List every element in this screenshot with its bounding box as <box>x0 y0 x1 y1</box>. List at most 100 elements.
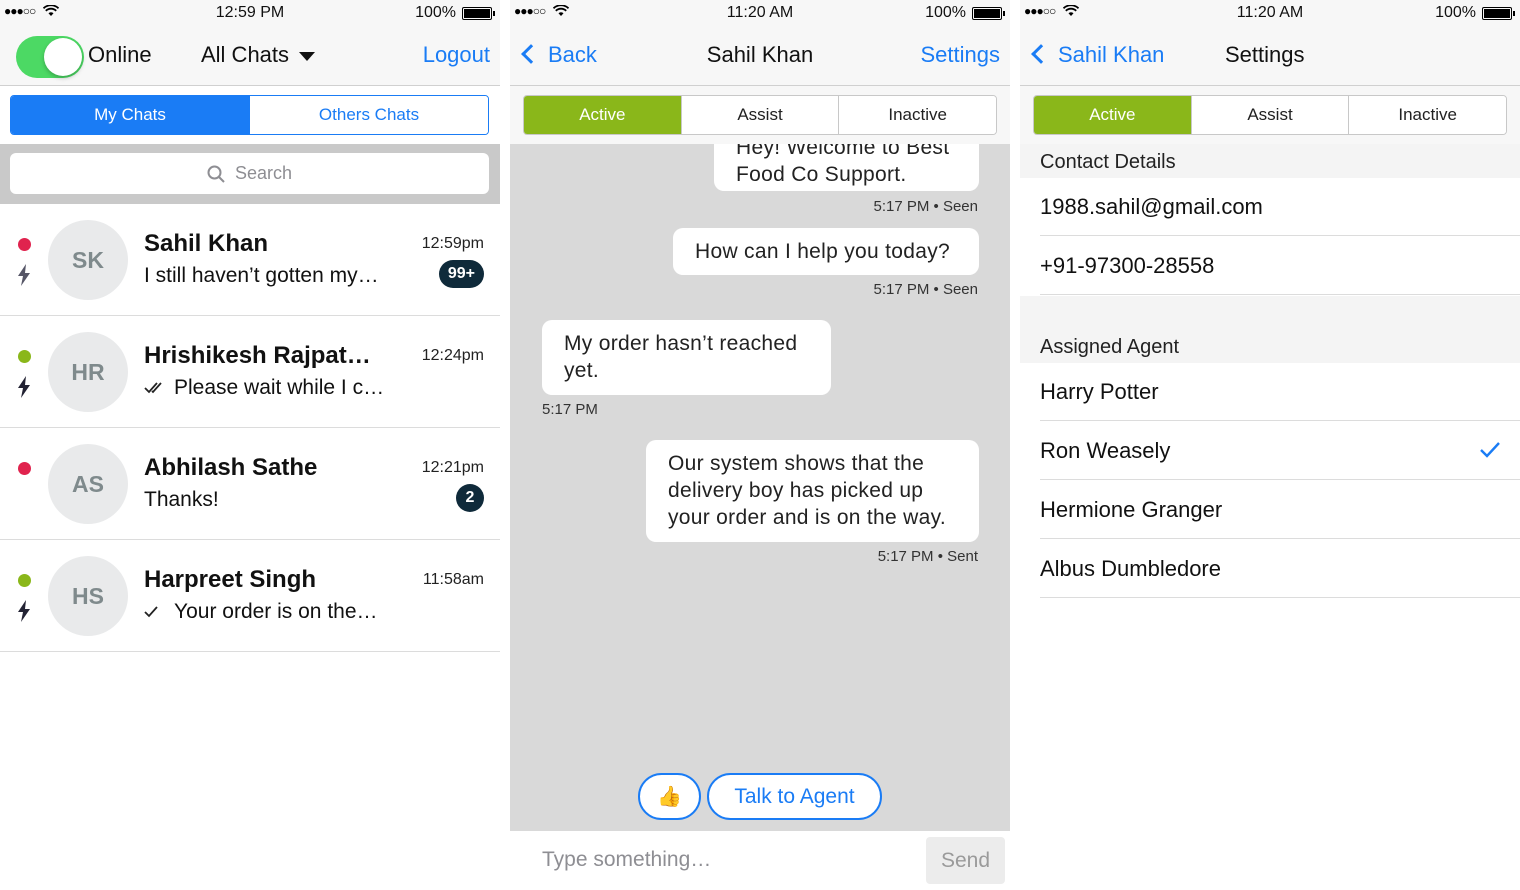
status-segmented-control: Active Assist Inactive <box>523 95 997 135</box>
message-text: Our system shows that the <box>668 452 925 475</box>
talk-to-agent-button[interactable]: Talk to Agent <box>707 773 882 820</box>
message-text: How can I help you today? <box>695 240 950 263</box>
tab-others-chats[interactable]: Others Chats <box>249 96 488 134</box>
chat-filter-dropdown[interactable]: All Chats <box>201 42 316 68</box>
message-text: delivery boy has picked up <box>668 479 924 502</box>
battery-indicator: 100% <box>1435 4 1515 22</box>
avatar: HS <box>48 556 128 636</box>
message-meta: 5:17 PM • Seen <box>873 198 978 215</box>
message-text: Hey! Welcome to Best <box>736 144 950 159</box>
battery-indicator: 100% <box>925 4 1005 22</box>
chevron-down-icon <box>299 51 316 61</box>
battery-icon <box>972 6 1005 20</box>
agent-option[interactable]: Harry Potter <box>1040 363 1520 421</box>
message-bubble-outgoing: How can I help you today? <box>673 228 979 275</box>
chat-preview-text: I still haven’t gotten my… <box>144 264 379 287</box>
message-meta: 5:17 PM • Sent <box>877 548 978 565</box>
agent-option-selected[interactable]: Ron Weasely <box>1040 422 1520 480</box>
presence-dot-online <box>18 574 31 587</box>
agent-option[interactable]: Albus Dumbledore <box>1040 540 1520 598</box>
tab-active[interactable]: Active <box>524 96 681 134</box>
tab-inactive[interactable]: Inactive <box>838 96 996 134</box>
avatar: HR <box>48 332 128 412</box>
chat-name: Sahil Khan <box>144 230 269 257</box>
battery-percent: 100% <box>415 4 456 21</box>
tab-active[interactable]: Active <box>1034 96 1191 134</box>
chat-time: 12:24pm <box>421 347 484 364</box>
navigation-bar: Sahil Khan Settings <box>1020 28 1520 86</box>
contact-details-header: Contact Details <box>1020 144 1520 178</box>
battery-icon <box>1482 6 1515 20</box>
navigation-bar: Online All Chats Logout <box>0 28 500 86</box>
chat-name: Abhilash Sathe <box>144 454 318 481</box>
chat-time: 11:58am <box>422 571 484 588</box>
online-toggle[interactable] <box>16 36 84 78</box>
message-list[interactable]: Hey! Welcome to Best Food Co Support. 5:… <box>510 144 1010 831</box>
chat-time: 12:59pm <box>421 235 484 252</box>
tab-assist[interactable]: Assist <box>1190 96 1349 134</box>
message-bubble-outgoing: Hey! Welcome to Best Food Co Support. <box>714 144 979 191</box>
contact-email[interactable]: 1988.sahil@gmail.com <box>1040 178 1520 236</box>
navigation-bar: Back Sahil Khan Settings <box>510 28 1010 86</box>
status-segmented-control: Active Assist Inactive <box>1033 95 1507 135</box>
chat-list-item[interactable]: AS Abhilash Sathe Thanks! 12:21pm 2 <box>0 428 500 540</box>
chat-preview: Thanks! <box>144 488 219 512</box>
contact-phone[interactable]: +91-97300-28558 <box>1040 237 1520 295</box>
presence-dot-online <box>18 350 31 363</box>
status-bar: ●●●○○ 12:59 PM 100% <box>0 0 500 28</box>
avatar: SK <box>48 220 128 300</box>
message-input[interactable]: Type something… <box>542 848 711 872</box>
thumbs-up-button[interactable]: 👍 <box>638 773 701 820</box>
send-button[interactable]: Send <box>926 837 1005 884</box>
conversation-screen: Hey! Welcome to Best Food Co Support. 5:… <box>510 0 1010 890</box>
agent-name: Hermione Granger <box>1040 496 1223 522</box>
toggle-knob <box>44 38 82 76</box>
battery-percent: 100% <box>925 4 966 21</box>
message-meta: 5:17 PM • Seen <box>873 281 978 298</box>
back-button[interactable]: Sahil Khan <box>1031 42 1164 68</box>
chat-preview: Your order is on the… <box>144 600 378 624</box>
search-icon <box>207 165 225 183</box>
search-input[interactable]: Search <box>10 153 489 194</box>
settings-button[interactable]: Settings <box>921 42 1001 68</box>
message-meta: 5:17 PM <box>542 401 598 418</box>
message-text: your order and is on the way. <box>668 506 946 529</box>
tab-inactive[interactable]: Inactive <box>1348 96 1506 134</box>
search-bar: Search <box>0 144 500 204</box>
chat-list-item[interactable]: HR Hrishikesh Rajpat… Please wait while … <box>0 316 500 428</box>
chat-preview-text: Thanks! <box>144 488 219 511</box>
tab-my-chats[interactable]: My Chats <box>11 96 249 134</box>
avatar: AS <box>48 444 128 524</box>
assigned-agent-header: Assigned Agent <box>1020 296 1520 363</box>
status-bar: ●●●○○ 11:20 AM 100% <box>510 0 1010 28</box>
online-status-label: Online <box>88 42 152 67</box>
chat-name: Harpreet Singh <box>144 566 317 593</box>
agent-name: Ron Weasely <box>1040 437 1171 463</box>
chat-list-screen: ●●●○○ 12:59 PM 100% Online All Chats Log… <box>0 0 500 890</box>
message-bubble-incoming: My order hasn’t reached yet. <box>542 320 831 395</box>
chat-list-item[interactable]: HS Harpreet Singh Your order is on the… … <box>0 540 500 652</box>
message-text: yet. <box>564 359 600 382</box>
message-composer: Type something… Send <box>510 831 1010 890</box>
battery-icon <box>462 6 495 20</box>
chat-preview-text: Please wait while I c… <box>174 376 385 399</box>
chat-time: 12:21pm <box>421 459 484 476</box>
chat-preview: Please wait while I c… <box>144 376 384 400</box>
thumbs-up-icon: 👍 <box>657 786 682 808</box>
chats-segmented-control: My Chats Others Chats <box>10 95 489 135</box>
chat-list-item[interactable]: SK Sahil Khan I still haven’t gotten my…… <box>0 204 500 316</box>
message-text: My order hasn’t reached <box>564 332 798 355</box>
unread-badge: 2 <box>456 484 484 512</box>
unread-badge: 99+ <box>438 260 484 288</box>
agent-option[interactable]: Hermione Granger <box>1040 481 1520 539</box>
logout-button[interactable]: Logout <box>423 42 490 68</box>
chat-name: Hrishikesh Rajpat… <box>144 342 371 369</box>
bolt-icon <box>18 264 30 286</box>
bolt-icon <box>18 600 30 622</box>
battery-percent: 100% <box>1435 4 1476 21</box>
page-title: Settings <box>1225 42 1305 67</box>
tab-assist[interactable]: Assist <box>680 96 839 134</box>
checkmark-icon <box>1480 442 1500 458</box>
message-bubble-outgoing: Our system shows that the delivery boy h… <box>646 440 979 542</box>
presence-dot-offline <box>18 462 31 475</box>
